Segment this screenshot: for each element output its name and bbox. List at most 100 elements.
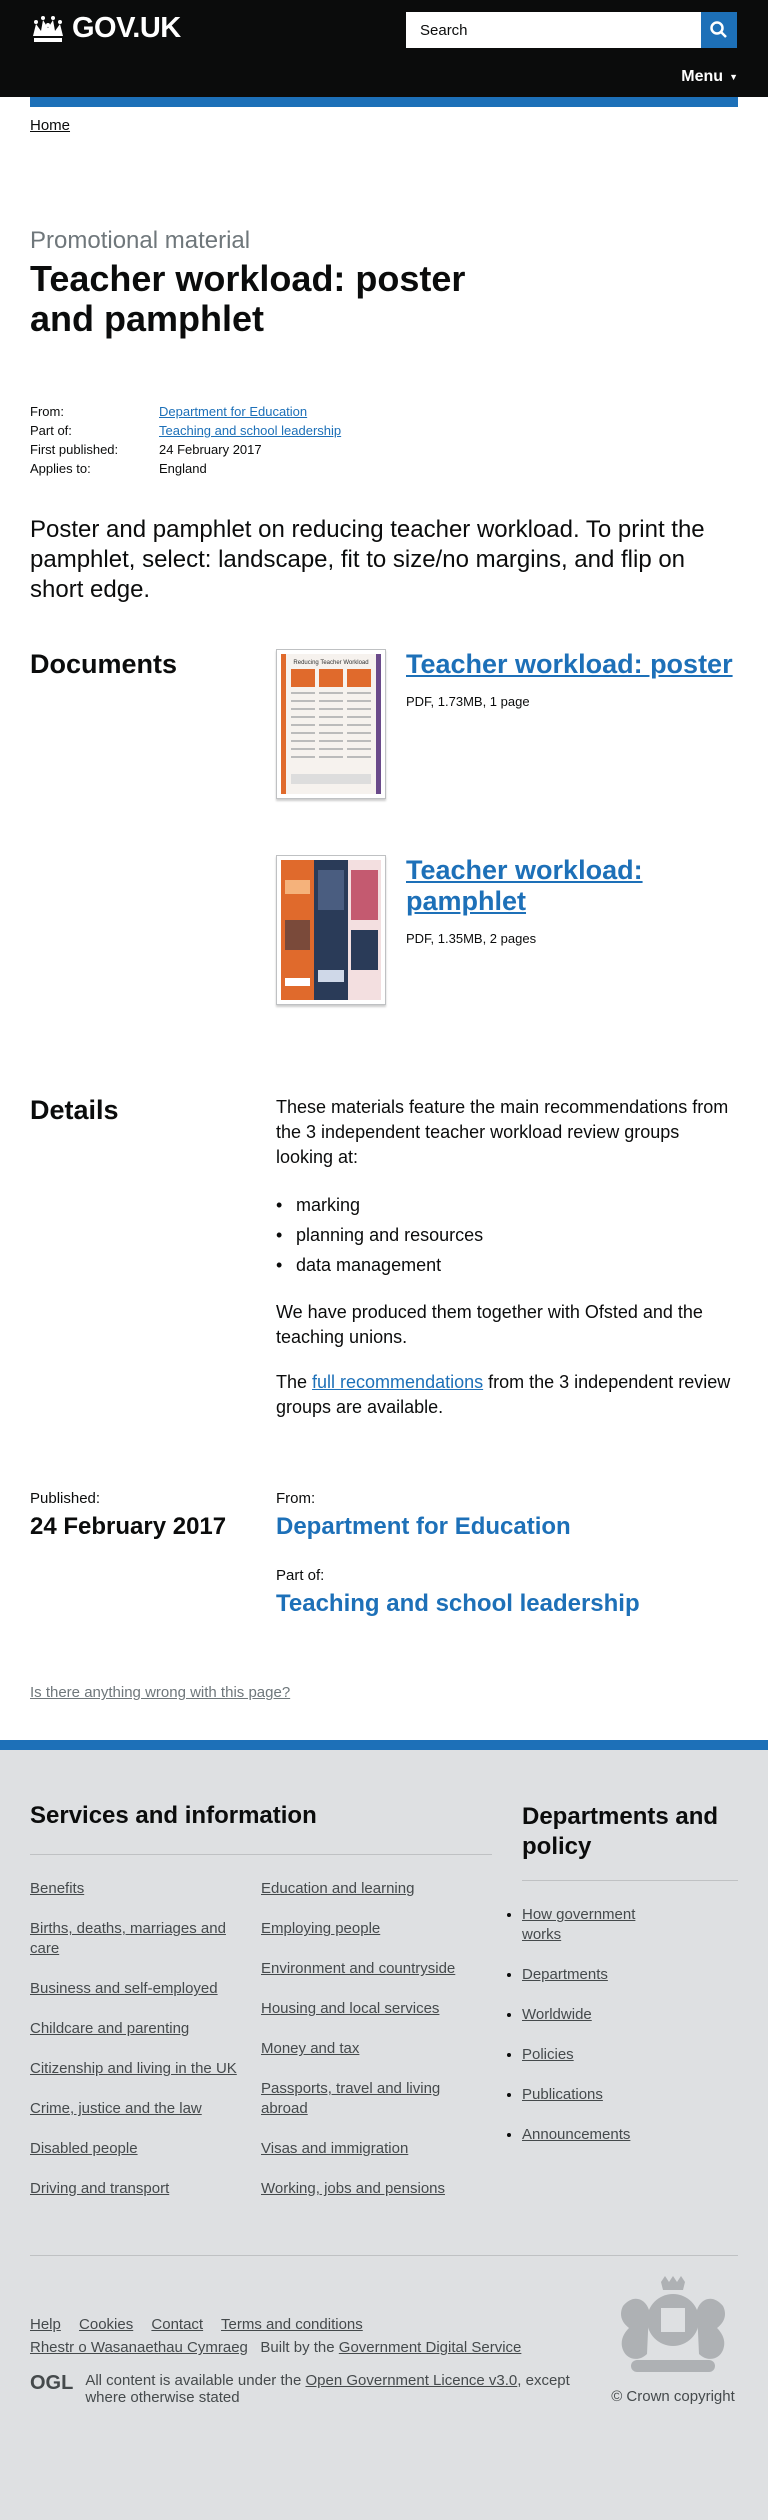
meta-links: Help Cookies Contact Terms and condition… xyxy=(30,2316,608,2333)
metadata-first-published: First published: 24 February 2017 xyxy=(30,440,738,459)
footer-link[interactable]: Environment and countryside xyxy=(261,1960,455,1977)
footer-link-item: Childcare and parenting xyxy=(30,2019,246,2039)
footer-link-item: Policies xyxy=(522,2045,652,2065)
details-section: Details These materials feature the main… xyxy=(30,1095,738,1440)
footer-link[interactable]: Passports, travel and living abroad xyxy=(261,2080,440,2117)
footer-link[interactable]: Publications xyxy=(522,2086,603,2103)
report-problem: Is there anything wrong with this page? xyxy=(30,1684,768,1740)
footer-link[interactable]: Crime, justice and the law xyxy=(30,2100,202,2117)
details-body: These materials feature the main recomme… xyxy=(276,1095,738,1440)
services-col1: Benefits Births, deaths, marriages and c… xyxy=(30,1879,261,2219)
footer-link-item: Environment and countryside xyxy=(261,1959,477,1979)
lead-paragraph: Poster and pamphlet on reducing teacher … xyxy=(30,516,705,604)
main-content: Home Promotional material Teacher worklo… xyxy=(30,97,738,1618)
licence: OGL All content is available under the O… xyxy=(30,2372,608,2406)
metadata: From: Department for Education Part of: … xyxy=(30,402,738,478)
part-of-collection-link[interactable]: Teaching and school leadership xyxy=(276,1590,640,1618)
metadata-value: 24 February 2017 xyxy=(159,442,262,458)
contact-link[interactable]: Contact xyxy=(151,2316,203,2333)
licence-pre: All content is available under the xyxy=(85,2372,306,2390)
poster-thumbnail[interactable]: Reducing Teacher Workload xyxy=(276,649,386,800)
footer-link-item: How government works xyxy=(522,1905,652,1945)
cookies-link[interactable]: Cookies xyxy=(79,2316,133,2333)
list-item: planning and resources xyxy=(276,1220,738,1250)
details-heading: Details xyxy=(30,1095,119,1126)
footer-departments: Departments and policy How government wo… xyxy=(522,1802,738,2219)
menu-button[interactable]: Menu ▼ xyxy=(681,68,738,86)
footer-link[interactable]: Working, jobs and pensions xyxy=(261,2180,445,2197)
footer-divider xyxy=(30,2255,738,2257)
footer-link-item: Business and self-employed xyxy=(30,1979,246,1999)
list-item: marking xyxy=(276,1190,738,1220)
terms-link[interactable]: Terms and conditions xyxy=(221,2316,363,2333)
documents-section: Documents Reducing Teacher Workload Teac… xyxy=(30,649,738,1061)
footer-link-item: Employing people xyxy=(261,1919,477,1939)
breadcrumb-home-link[interactable]: Home xyxy=(30,117,70,134)
menu-label: Menu xyxy=(681,68,724,85)
crown-copyright-text: © Crown copyright xyxy=(611,2388,735,2406)
footer-link[interactable]: Departments xyxy=(522,1966,608,1983)
full-recommendations-link[interactable]: full recommendations xyxy=(312,1372,483,1392)
pamphlet-link[interactable]: Teacher workload: pamphlet xyxy=(406,855,643,916)
documents-list: Reducing Teacher Workload Teacher worklo… xyxy=(276,649,738,1061)
metadata-label: First published: xyxy=(30,442,119,458)
title-block: Promotional material Teacher workload: p… xyxy=(30,227,738,338)
footer-link-item: Housing and local services xyxy=(261,1999,477,2019)
footer-link[interactable]: Education and learning xyxy=(261,1880,414,1897)
site-footer: Services and information Benefits Births… xyxy=(0,1740,768,2520)
page-context: Promotional material xyxy=(30,227,251,254)
footer-link-item: Money and tax xyxy=(261,2039,477,2059)
search-icon xyxy=(710,21,727,38)
metadata-from-link[interactable]: Department for Education xyxy=(159,404,307,419)
breadcrumb: Home xyxy=(30,97,738,167)
built-by-text: Built by the xyxy=(260,2339,339,2357)
footer-link[interactable]: Announcements xyxy=(522,2126,630,2143)
footer-link[interactable]: Business and self-employed xyxy=(30,1980,218,1997)
footer-link[interactable]: Driving and transport xyxy=(30,2180,169,2197)
page-title: Teacher workload: poster and pamphlet xyxy=(30,258,466,339)
footer-meta: Help Cookies Contact Terms and condition… xyxy=(30,2276,738,2406)
footer-services-heading: Services and information xyxy=(30,1802,492,1856)
footer-depts-heading: Departments and policy xyxy=(522,1802,738,1882)
welsh-services-link[interactable]: Rhestr o Wasanaethau Cymraeg xyxy=(30,2339,248,2356)
footer-link[interactable]: How government works xyxy=(522,1906,635,1943)
footer-link[interactable]: Worldwide xyxy=(522,2006,592,2023)
search-button[interactable] xyxy=(701,12,737,48)
published-label: Published: xyxy=(30,1490,101,1508)
metadata-part-of-link[interactable]: Teaching and school leadership xyxy=(159,423,341,438)
poster-preview-image: Reducing Teacher Workload xyxy=(281,654,381,795)
poster-link[interactable]: Teacher workload: poster xyxy=(406,649,733,679)
document-meta: PDF, 1.35MB, 2 pages xyxy=(406,931,537,947)
search-input[interactable] xyxy=(406,12,701,48)
organisations-block: From: Department for Education Part of: … xyxy=(276,1490,640,1618)
footer-link[interactable]: Policies xyxy=(522,2046,574,2063)
footer-link[interactable]: Visas and immigration xyxy=(261,2140,408,2157)
footer-link[interactable]: Citizenship and living in the UK xyxy=(30,2060,237,2077)
footer-link[interactable]: Disabled people xyxy=(30,2140,138,2157)
crown-copyright: © Crown copyright xyxy=(608,2276,738,2406)
footer-link[interactable]: Births, deaths, marriages and care xyxy=(30,1920,226,1957)
footer-link-item: Crime, justice and the law xyxy=(30,2099,246,2119)
metadata-label: Applies to: xyxy=(30,461,91,477)
footer-link[interactable]: Money and tax xyxy=(261,2040,359,2057)
pamphlet-thumbnail[interactable] xyxy=(276,855,386,1006)
footer-link-item: Working, jobs and pensions xyxy=(261,2179,477,2199)
gds-link[interactable]: Government Digital Service xyxy=(339,2339,522,2356)
logo-text: GOV.UK xyxy=(72,12,181,44)
footer-link[interactable]: Benefits xyxy=(30,1880,84,1897)
footer-link[interactable]: Housing and local services xyxy=(261,2000,439,2017)
footer-link[interactable]: Employing people xyxy=(261,1920,380,1937)
footer-link-item: Departments xyxy=(522,1965,652,1985)
govuk-logo-link[interactable]: GOV.UK xyxy=(30,12,181,45)
report-problem-link[interactable]: Is there anything wrong with this page? xyxy=(30,1684,290,1701)
ogl-link[interactable]: Open Government Licence v3.0 xyxy=(305,2372,517,2389)
help-link[interactable]: Help xyxy=(30,2316,61,2333)
footer-link-item: Benefits xyxy=(30,1879,246,1899)
footer-link[interactable]: Childcare and parenting xyxy=(30,2020,189,2037)
meta-links-secondary: Rhestr o Wasanaethau Cymraeg Built by th… xyxy=(30,2339,608,2356)
publication-info: Published: 24 February 2017 From: Depart… xyxy=(30,1490,738,1618)
from-label: From: xyxy=(276,1490,316,1508)
footer-services: Services and information Benefits Births… xyxy=(30,1802,492,2219)
details-para3: The full recommendations from the 3 inde… xyxy=(276,1370,738,1420)
from-department-link[interactable]: Department for Education xyxy=(276,1513,640,1541)
